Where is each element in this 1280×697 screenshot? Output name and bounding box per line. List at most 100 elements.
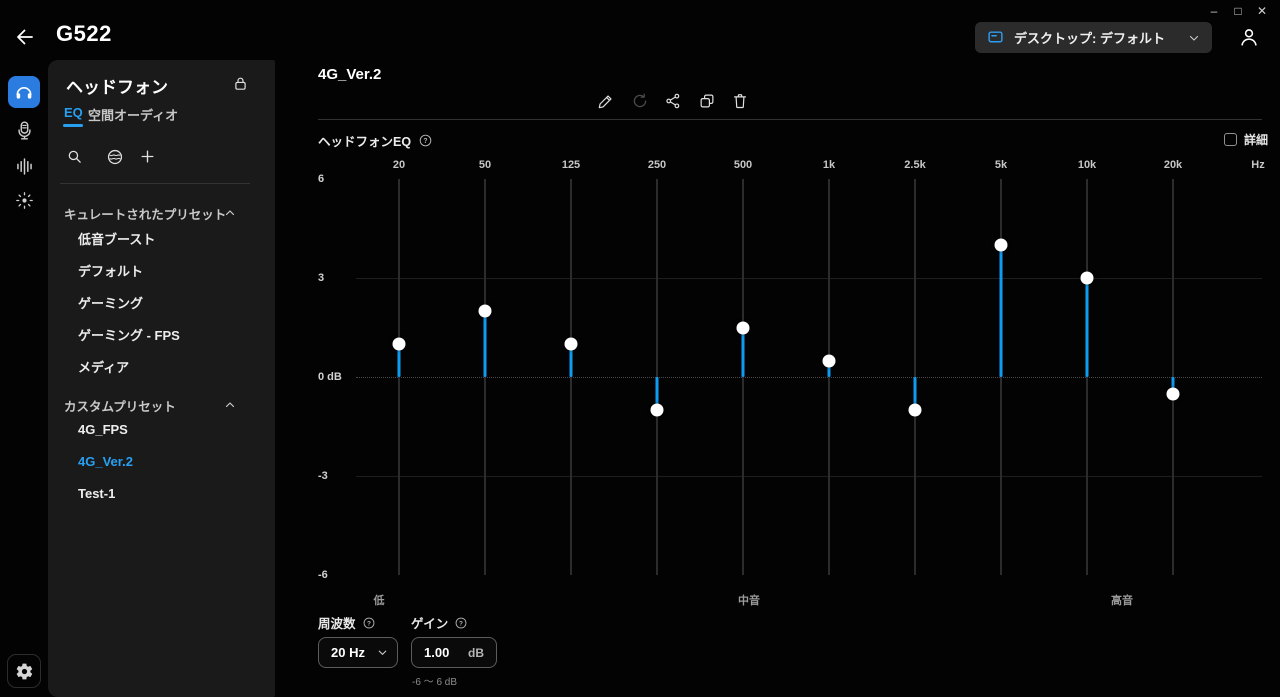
- preset-item-gaming[interactable]: ゲーミング: [78, 293, 143, 312]
- freq-tick-label: 20k: [1164, 159, 1182, 171]
- presets-sidebar: ヘッドフォン EQ 空間オーディオ: [48, 60, 275, 697]
- gear-icon: [15, 662, 34, 681]
- maximize-button[interactable]: □: [1228, 2, 1248, 20]
- frequency-label: 周波数: [318, 613, 356, 632]
- close-button[interactable]: ✕: [1252, 2, 1272, 20]
- divider: [60, 183, 250, 184]
- main-content: 4G_Ver.2: [275, 60, 1280, 697]
- lock-icon: [232, 75, 249, 92]
- settings-button[interactable]: [7, 654, 41, 688]
- eq-band-handle[interactable]: [565, 338, 578, 351]
- share-preset-button[interactable]: [664, 92, 682, 110]
- chevron-up-icon[interactable]: [224, 207, 236, 219]
- eq-band-stem: [1000, 245, 1003, 377]
- minimize-button[interactable]: –: [1204, 2, 1224, 20]
- freq-tick-label: 500: [734, 159, 752, 171]
- preset-item-4g-ver2[interactable]: 4G_Ver.2: [78, 454, 133, 469]
- eq-band-handle[interactable]: [995, 239, 1008, 252]
- eq-band-track[interactable]: [570, 179, 572, 575]
- eq-band-track[interactable]: [1086, 179, 1088, 575]
- freq-tick-label: 5k: [995, 159, 1007, 171]
- custom-presets-header[interactable]: カスタムプリセット: [64, 396, 176, 415]
- preset-item-4g-fps[interactable]: 4G_FPS: [78, 422, 128, 437]
- help-icon[interactable]: ?: [418, 133, 433, 148]
- freq-tick-label: 2.5k: [904, 159, 925, 171]
- preset-item-gaming-fps[interactable]: ゲーミング - FPS: [78, 325, 180, 344]
- band-section-label: 低: [374, 592, 385, 608]
- nav-headphones[interactable]: [8, 76, 40, 108]
- back-button[interactable]: [13, 25, 37, 49]
- eq-band-handle[interactable]: [823, 354, 836, 367]
- eq-chart: 630 dB-3-620501252505001k2.5k5k10k20kHz低…: [300, 155, 1280, 613]
- community-icon: [106, 148, 124, 166]
- add-preset-button[interactable]: [139, 148, 157, 166]
- pencil-icon: [597, 92, 615, 110]
- eq-section-title: ヘッドフォンEQ: [318, 131, 411, 150]
- eq-band-handle[interactable]: [651, 404, 664, 417]
- checkbox-box[interactable]: [1224, 133, 1237, 146]
- eq-levels-icon: [14, 156, 35, 177]
- chevron-up-icon[interactable]: [224, 399, 236, 411]
- reset-preset-button[interactable]: [631, 92, 649, 110]
- eq-band-handle[interactable]: [393, 338, 406, 351]
- eq-band-track[interactable]: [742, 179, 744, 575]
- detail-checkbox[interactable]: 詳細: [1224, 131, 1268, 148]
- y-axis-tick-label: 3: [318, 272, 324, 284]
- frequency-value: 20 Hz: [331, 645, 365, 660]
- eq-band-track[interactable]: [828, 179, 830, 575]
- duplicate-preset-button[interactable]: [698, 92, 716, 110]
- search-icon: [66, 148, 83, 165]
- eq-band-track[interactable]: [398, 179, 400, 575]
- chevron-down-icon: [377, 647, 388, 658]
- svg-text:?: ?: [367, 620, 371, 627]
- help-icon[interactable]: ?: [454, 616, 468, 630]
- frequency-select[interactable]: 20 Hz: [318, 637, 398, 668]
- ghub-app-window: – □ ✕ G522 デスクトップ: デフォルト: [0, 0, 1280, 697]
- freq-tick-label: 125: [562, 159, 580, 171]
- nav-microphone[interactable]: [8, 114, 40, 146]
- eq-band-handle[interactable]: [1167, 387, 1180, 400]
- y-axis-tick-label: 6: [318, 173, 324, 185]
- headphones-icon: [14, 82, 34, 102]
- eq-band-handle[interactable]: [1081, 272, 1094, 285]
- freq-unit-label: Hz: [1251, 159, 1264, 171]
- left-nav-rail: [0, 60, 48, 697]
- community-presets-button[interactable]: [106, 148, 124, 166]
- y-axis-tick-label: -3: [318, 470, 328, 482]
- back-arrow-icon: [13, 25, 37, 49]
- delete-preset-button[interactable]: [731, 92, 749, 110]
- preset-item-test-1[interactable]: Test-1: [78, 486, 115, 501]
- device-profile-selector[interactable]: デスクトップ: デフォルト: [975, 22, 1212, 53]
- nav-lighting[interactable]: [8, 184, 40, 216]
- sidebar-title: ヘッドフォン: [66, 73, 168, 98]
- preset-item-media[interactable]: メディア: [78, 357, 129, 376]
- curated-presets-header[interactable]: キュレートされたプリセット: [64, 204, 226, 223]
- eq-band-track[interactable]: [484, 179, 486, 575]
- eq-band-handle[interactable]: [479, 305, 492, 318]
- help-icon[interactable]: ?: [362, 616, 376, 630]
- gain-input[interactable]: 1.00 dB: [411, 637, 497, 668]
- gridline: [356, 278, 1262, 279]
- gain-value[interactable]: 1.00: [424, 645, 449, 660]
- eq-band-handle[interactable]: [909, 404, 922, 417]
- svg-text:?: ?: [459, 620, 463, 627]
- tab-spatial-audio[interactable]: 空間オーディオ: [88, 105, 178, 124]
- gain-unit: dB: [468, 646, 484, 660]
- duplicate-icon: [698, 92, 716, 110]
- tab-eq[interactable]: EQ: [64, 105, 83, 120]
- eq-band-handle[interactable]: [737, 321, 750, 334]
- monitor-icon: [987, 29, 1004, 46]
- preset-item-default[interactable]: デフォルト: [78, 261, 143, 280]
- page-title: G522: [56, 21, 112, 47]
- user-icon: [1238, 26, 1260, 48]
- account-button[interactable]: [1238, 26, 1260, 48]
- eq-band-stem: [484, 311, 487, 377]
- nav-sampler[interactable]: [8, 150, 40, 182]
- preset-item-bass-boost[interactable]: 低音ブースト: [78, 229, 155, 248]
- freq-tick-label: 10k: [1078, 159, 1096, 171]
- freq-tick-label: 20: [393, 159, 405, 171]
- window-controls: – □ ✕: [1204, 2, 1272, 20]
- edit-preset-button[interactable]: [597, 92, 615, 110]
- band-section-label: 高音: [1111, 592, 1133, 608]
- search-button[interactable]: [66, 148, 84, 166]
